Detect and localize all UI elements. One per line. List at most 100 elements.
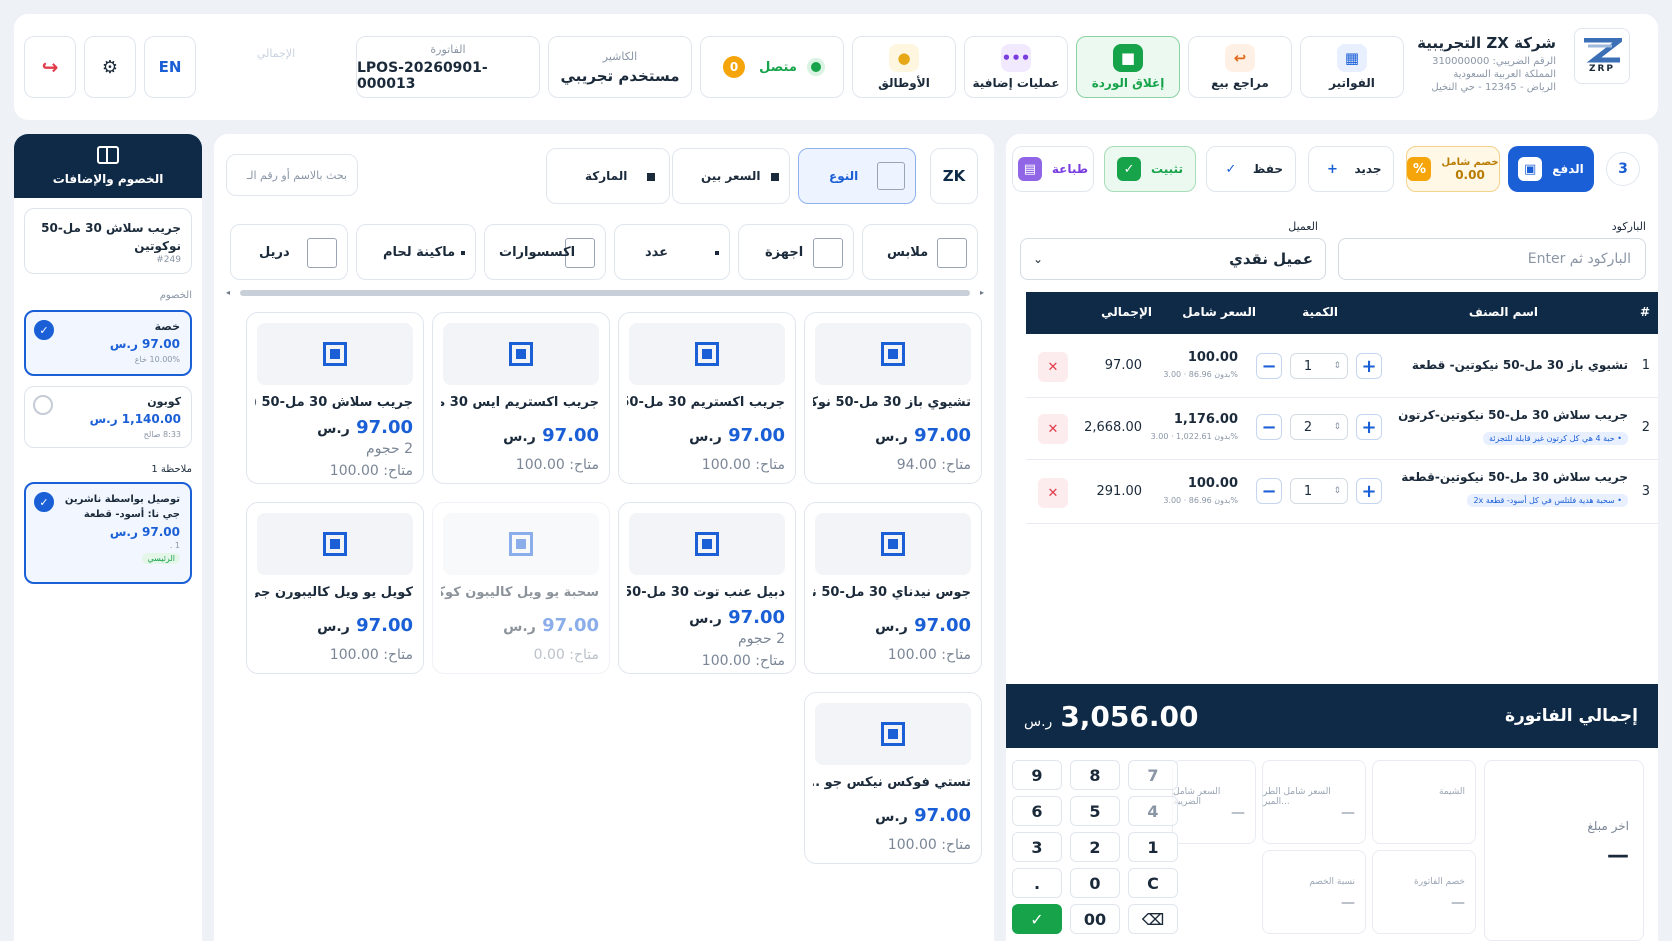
category-clothes[interactable]: ملابس	[862, 224, 978, 280]
checkbox-checked-icon[interactable]: ✓	[34, 492, 54, 512]
confirm-button[interactable]: ✓ تثبيت	[1104, 146, 1196, 192]
logout-button[interactable]: ↪	[24, 36, 76, 98]
coupon-amount: 1,140.00 ر.س	[89, 412, 181, 426]
col-qty: الكمية	[1302, 305, 1338, 319]
qty-input[interactable]: 1 ⇕	[1290, 478, 1348, 504]
key-2[interactable]: 2	[1070, 832, 1120, 862]
summary-box: الشيمة	[1372, 760, 1476, 844]
key-1[interactable]: 1	[1128, 832, 1178, 862]
remove-button[interactable]: ✕	[1038, 414, 1068, 444]
invoice-icon: ▦	[1337, 44, 1367, 72]
price-filter[interactable]: السعر بين	[672, 148, 790, 204]
key-8[interactable]: 8	[1070, 760, 1120, 790]
row-num: 3	[1641, 484, 1650, 499]
product-card[interactable]: جوس نيدناي 30 مل-50 نيـ... 97.00 ر.س متا…	[804, 502, 982, 674]
cart-table-header: # اسم الصنف الكمية السعر شامل الإجمالي	[1026, 292, 1658, 334]
key-clear[interactable]: C	[1128, 868, 1178, 898]
checkbox-checked-icon[interactable]: ✓	[34, 320, 54, 340]
minus-button[interactable]: −	[1256, 353, 1282, 379]
product-card[interactable]: دبيل عنب توت 30 مل-50... 97.00 ر.س 2 حجو…	[618, 502, 796, 674]
scroll-left-icon[interactable]: ◂	[226, 288, 230, 297]
close-shift-label: إغلاق الوردة	[1091, 76, 1165, 90]
product-card[interactable]: سحبة يو ويل كاليبون كوكو ... 97.00 ر.س م…	[432, 502, 610, 674]
key-7[interactable]: 7	[1128, 760, 1178, 790]
category-scrollbar[interactable]: ◂ ▸	[226, 288, 984, 298]
qty-input[interactable]: 1 ⇕	[1290, 353, 1348, 379]
summary-value: —	[1341, 805, 1355, 821]
invoices-button[interactable]: ▦ الفواتير	[1300, 36, 1404, 98]
extra-ops-button[interactable]: ••• عمليات إضافية	[964, 36, 1068, 98]
product-card[interactable]: تستي فوكس نيكس جو ... 97.00 ر.س متاح: 10…	[804, 692, 982, 864]
image-placeholder-icon	[881, 342, 905, 366]
customer-select[interactable]: ⌄ عميل نقدي	[1020, 238, 1326, 280]
minus-button[interactable]: −	[1256, 478, 1282, 504]
checkbox-empty-icon[interactable]	[33, 395, 53, 415]
requests-button[interactable]: ● الأوطالق	[852, 36, 956, 98]
product-card[interactable]: كويل يو ويل كاليبورن جي ... 97.00 ر.س مت…	[246, 502, 424, 674]
category-devices[interactable]: اجهزة	[738, 224, 854, 280]
top-header: ZRP شركة ZX التجريبية الرقم الضريبي: 310…	[14, 14, 1658, 120]
products-panel: بحث بالاسم أو رقم الـ الماركة السعر بين …	[214, 134, 994, 941]
category-drill[interactable]: دريل	[230, 224, 348, 280]
cart-count-badge: 3	[1606, 152, 1640, 186]
key-3[interactable]: 3	[1012, 832, 1062, 862]
brand-filter-label: الماركة	[585, 169, 628, 183]
spinner-icon: ⇕	[1333, 422, 1341, 432]
key-0[interactable]: 0	[1070, 868, 1120, 898]
product-card[interactable]: تشيوي باز 30 مل-50 نوكوتين 97.00 ر.س متا…	[804, 312, 982, 484]
product-currency: ر.س	[317, 421, 350, 437]
new-button[interactable]: + جديد	[1308, 146, 1394, 192]
note-card-1[interactable]: ✓ توصيل بواسطة ناشرين جي نا: أسود- قطعة …	[24, 482, 192, 584]
category-welding[interactable]: ماكينة لحام	[356, 224, 476, 280]
remove-button[interactable]: ✕	[1038, 478, 1068, 508]
product-price: 97.00 ر.س	[317, 615, 413, 636]
key-enter[interactable]: ✓	[1012, 904, 1062, 934]
scroll-right-icon[interactable]: ▸	[980, 288, 984, 297]
product-card[interactable]: جريب اكستريم ايس 30 مل... 97.00 ر.س متاح…	[432, 312, 610, 484]
product-price-value: 97.00	[356, 615, 413, 636]
product-stock: متاح: 100.00	[329, 463, 413, 479]
key-4[interactable]: 4	[1128, 796, 1178, 826]
product-card[interactable]: جريب سلاش 30 مل-50 (... 97.00 ر.س 2 حجوم…	[246, 312, 424, 484]
key-6[interactable]: 6	[1012, 796, 1062, 826]
type-filter[interactable]: النوع	[798, 148, 916, 204]
barcode-input[interactable]: الباركود ثم Enter	[1338, 238, 1646, 280]
product-stock: متاح: 100.00	[701, 457, 785, 473]
plus-button[interactable]: +	[1356, 478, 1382, 504]
save-button[interactable]: ✓ حفظ	[1206, 146, 1296, 192]
key-backspace[interactable]: ⌫	[1128, 904, 1178, 934]
key-dot[interactable]: .	[1012, 868, 1062, 898]
plus-button[interactable]: +	[1356, 414, 1382, 440]
panel-toggle-icon[interactable]	[97, 146, 119, 164]
key-00[interactable]: 00	[1070, 904, 1120, 934]
product-search-input[interactable]: بحث بالاسم أو رقم الـ	[226, 154, 358, 196]
category-tools[interactable]: عدد	[614, 224, 730, 280]
key-5[interactable]: 5	[1070, 796, 1120, 826]
product-name: جريب اكستريم ايس 30 مل...	[441, 395, 599, 410]
plus-button[interactable]: +	[1356, 353, 1382, 379]
current-item-card[interactable]: جريب سلاش 30 مل-50 نوكوتين #249	[24, 208, 192, 274]
product-card[interactable]: جريب اكستريم 30 مل-50 ... 97.00 ر.س متاح…	[618, 312, 796, 484]
cart-panel: 3 ▣ الدفع % خصم شامل 0.00 + جديد ✓ حفظ ✓…	[1006, 134, 1658, 941]
pay-button[interactable]: ▣ الدفع	[1508, 146, 1594, 192]
qty-input[interactable]: 2 ⇕	[1290, 414, 1348, 440]
print-button[interactable]: ▤ طباعة	[1012, 146, 1094, 192]
settings-button[interactable]: ⚙	[84, 36, 136, 98]
invoice-label: الفاتورة	[430, 42, 466, 56]
discount-card-2[interactable]: كوبون 1,140.00 ر.س 8:33 صالح	[24, 386, 192, 448]
product-name: تشيوي باز 30 مل-50 نوكوتين	[813, 395, 971, 410]
global-discount-button[interactable]: % خصم شامل 0.00	[1406, 146, 1500, 192]
minus-button[interactable]: −	[1256, 414, 1282, 440]
category-accessories[interactable]: اكسسوارات	[484, 224, 606, 280]
grand-total-label: إجمالي الفاتورة	[1504, 706, 1638, 726]
zk-logo-button[interactable]: ZK	[930, 148, 978, 204]
close-shift-button[interactable]: ■ إغلاق الوردة	[1076, 36, 1180, 98]
key-9[interactable]: 9	[1012, 760, 1062, 790]
discount-card-1[interactable]: ✓ خصة 97.00 ر.س 10.00% خاع	[24, 310, 192, 376]
brand-filter[interactable]: الماركة	[546, 148, 670, 204]
remove-button[interactable]: ✕	[1038, 352, 1068, 382]
pay-label: الدفع	[1552, 162, 1584, 176]
language-button[interactable]: EN	[144, 36, 196, 98]
invoice-number: LPOS-20260901-000013	[357, 59, 488, 92]
returns-button[interactable]: ↩ مراجع بيع	[1188, 36, 1292, 98]
